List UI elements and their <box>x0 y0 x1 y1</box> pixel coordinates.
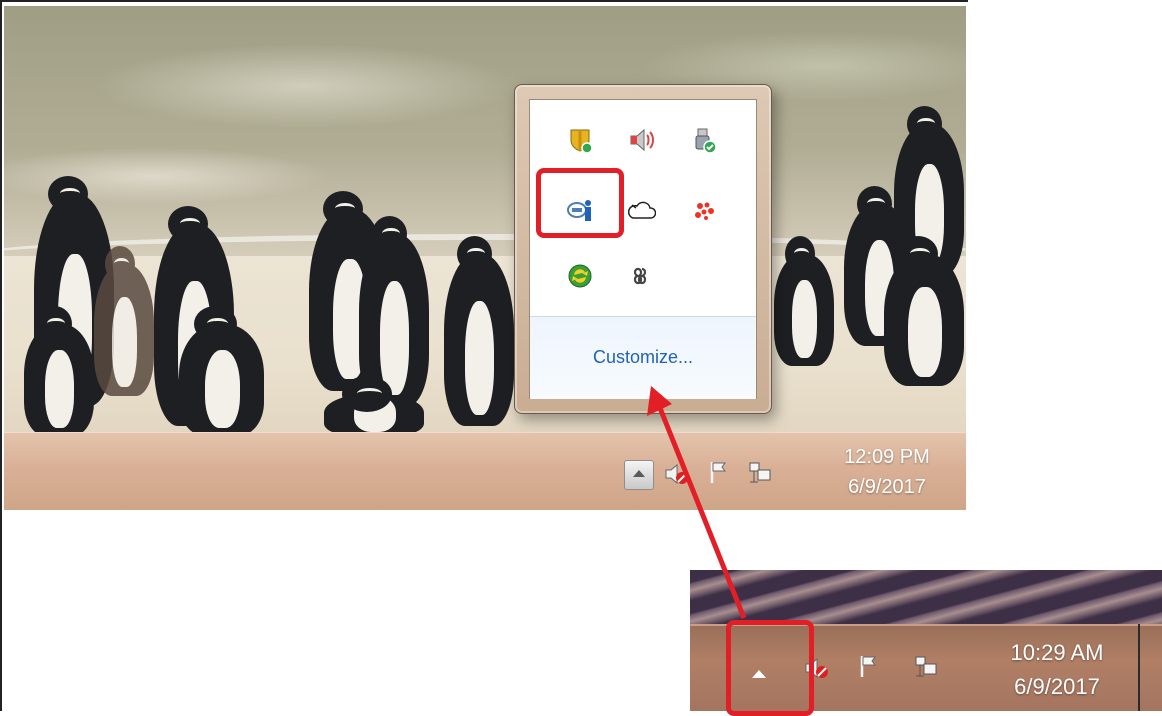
speaker-muted-icon[interactable] <box>662 460 690 488</box>
notification-area-flyout: Customize... <box>514 84 772 414</box>
show-hidden-icons-button[interactable] <box>624 460 654 490</box>
speaker-muted-icon[interactable] <box>802 654 830 682</box>
desktop-screenshot-top <box>4 6 966 510</box>
hidden-icons-grid <box>530 100 756 314</box>
flyout-panel: Customize... <box>529 99 757 399</box>
wallpaper-penguin <box>884 236 964 386</box>
taskbar-zoom-screenshot: 10:29 AM 6/9/2017 <box>690 570 1162 711</box>
system-clock[interactable]: 10:29 AM 6/9/2017 <box>982 636 1132 704</box>
wallpaper-strip <box>690 570 1162 624</box>
green-refresh-icon[interactable] <box>554 250 606 302</box>
taskbar-divider <box>1138 624 1140 711</box>
clock-date: 6/9/2017 <box>848 476 926 498</box>
usb-safely-remove-icon[interactable] <box>678 114 730 166</box>
network-icon[interactable] <box>746 458 774 486</box>
frame-top-border <box>0 0 968 2</box>
action-center-flag-icon[interactable] <box>856 652 884 680</box>
customize-section: Customize... <box>530 316 756 399</box>
cluster-dots-icon[interactable] <box>678 184 730 236</box>
speaker-icon[interactable] <box>616 114 668 166</box>
clock-time: 10:29 AM <box>1010 640 1104 665</box>
clock-time: 12:09 PM <box>844 446 930 468</box>
wallpaper-penguin <box>94 246 154 396</box>
wallpaper-penguin <box>179 306 264 436</box>
action-center-flag-icon[interactable] <box>706 458 734 486</box>
system-clock[interactable]: 12:09 PM 6/9/2017 <box>822 442 952 502</box>
wallpaper-penguin <box>774 236 834 366</box>
infinity-link-icon[interactable] <box>616 250 668 302</box>
show-hidden-icons-arrow-icon[interactable] <box>752 670 766 678</box>
network-connection-icon[interactable] <box>554 184 606 236</box>
network-icon[interactable] <box>912 652 940 680</box>
wallpaper-penguin <box>24 306 94 436</box>
wallpaper-penguin <box>444 236 514 426</box>
frame-left-border <box>0 0 2 711</box>
customize-link[interactable]: Customize... <box>530 347 756 368</box>
security-shield-icon[interactable] <box>554 114 606 166</box>
cloud-sync-icon[interactable] <box>616 184 668 236</box>
wallpaper-sea <box>4 6 966 266</box>
clock-date: 6/9/2017 <box>1014 674 1100 699</box>
wallpaper-penguin <box>324 376 424 436</box>
